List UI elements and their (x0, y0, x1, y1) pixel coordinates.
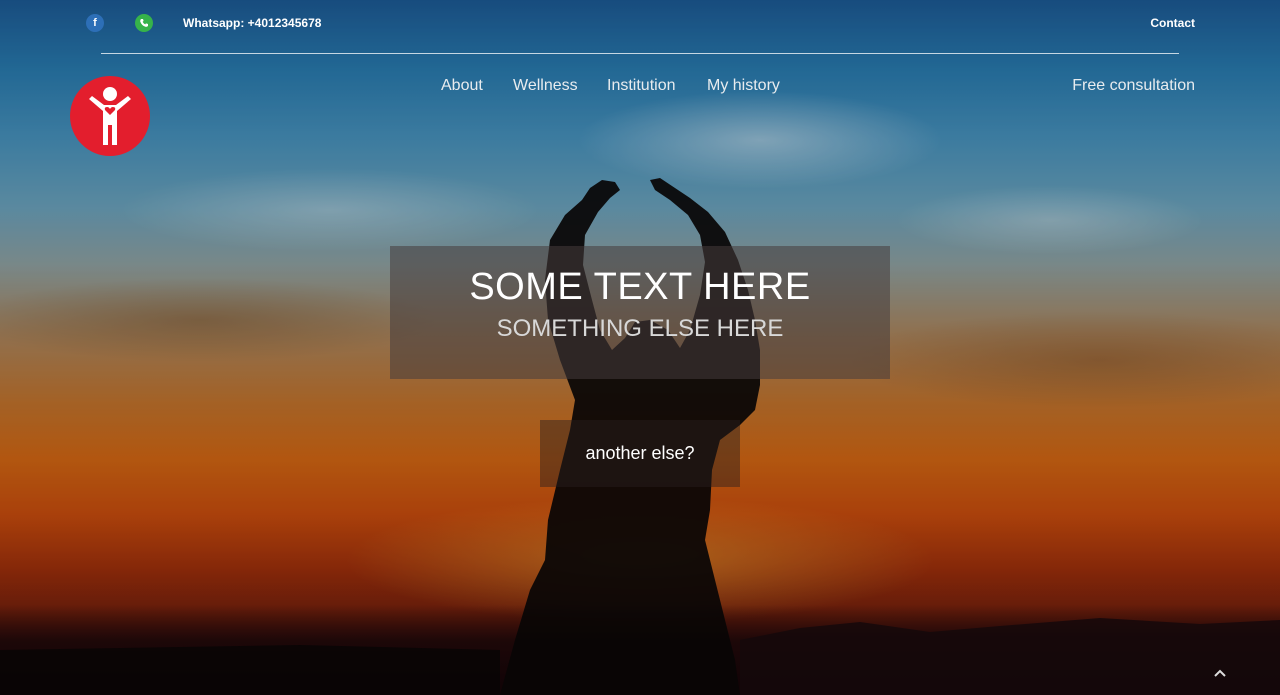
hero-title: SOME TEXT HERE (469, 266, 811, 308)
nav-item-wellness[interactable]: Wellness (513, 77, 578, 95)
top-bar: f Whatsapp: +4012345678 Contact (0, 0, 1280, 48)
whatsapp-icon[interactable] (135, 14, 153, 32)
scroll-to-top-arrow (1214, 669, 1226, 677)
hero-text-box: SOME TEXT HERE SOMETHING ELSE HERE (390, 246, 890, 379)
main-nav: About Wellness Institution My history Fr… (0, 77, 1280, 99)
chevron-up-icon[interactable] (1214, 664, 1226, 682)
nav-item-institution[interactable]: Institution (607, 77, 675, 95)
free-consultation-link[interactable]: Free consultation (1072, 77, 1195, 95)
facebook-icon-glyph: f (93, 17, 97, 29)
phone-icon (140, 19, 148, 27)
page: f Whatsapp: +4012345678 Contact About We… (0, 0, 1280, 695)
whatsapp-number[interactable]: Whatsapp: +4012345678 (183, 16, 321, 30)
nav-item-about[interactable]: About (441, 77, 483, 95)
hero-action-button[interactable]: another else? (540, 420, 740, 487)
header-divider (101, 53, 1179, 54)
facebook-icon[interactable]: f (86, 14, 104, 32)
contact-link[interactable]: Contact (1150, 16, 1195, 30)
nav-item-my-history[interactable]: My history (707, 77, 780, 95)
hero-subtitle: SOMETHING ELSE HERE (496, 315, 784, 342)
